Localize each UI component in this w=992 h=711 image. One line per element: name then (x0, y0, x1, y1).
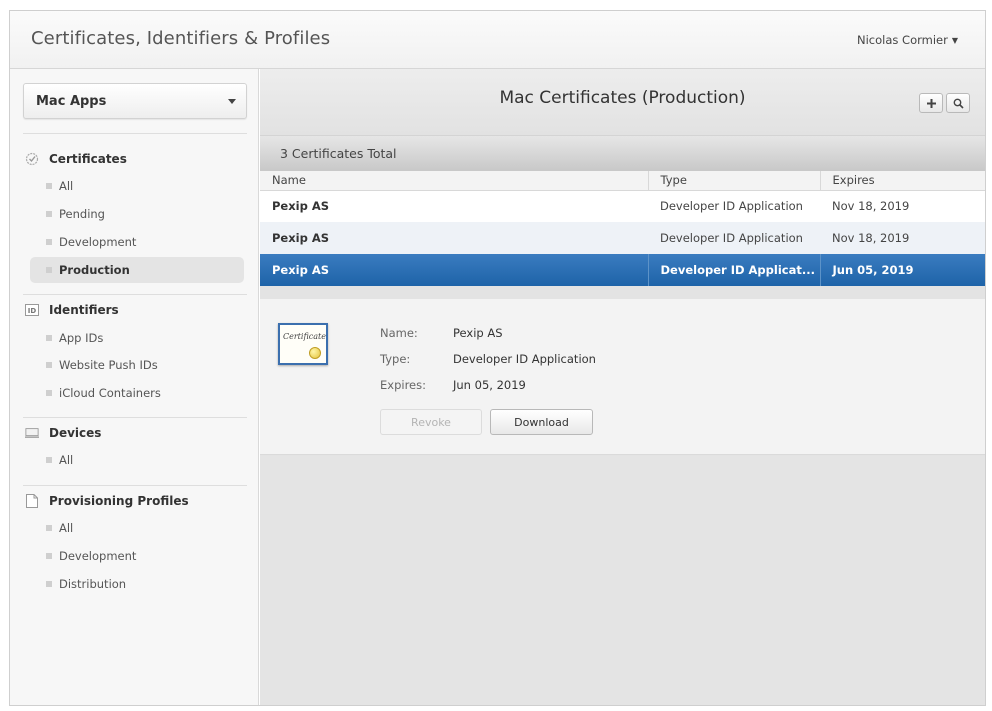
search-button[interactable] (946, 93, 970, 113)
search-icon (953, 98, 964, 109)
detail-expires-label: Expires: (380, 378, 426, 392)
chevron-down-icon (228, 99, 236, 104)
user-menu[interactable]: Nicolas Cormier ▼ (857, 33, 958, 47)
seal-icon (309, 347, 321, 359)
section-certificates-label: Certificates (49, 152, 127, 166)
section-devices[interactable]: Devices (25, 423, 101, 443)
sidebar-item-label: Distribution (59, 577, 127, 591)
developer-portal-window: Certificates, Identifiers & Profiles Nic… (9, 10, 986, 706)
download-button[interactable]: Download (490, 409, 593, 435)
plus-icon (926, 98, 936, 108)
empty-content-area (260, 456, 985, 705)
sidebar-item-label: All (59, 179, 74, 193)
divider (23, 294, 247, 295)
revoke-button[interactable]: Revoke (380, 409, 482, 435)
bullet-icon (46, 239, 52, 245)
sidebar-item-profiles-all[interactable]: All (30, 515, 244, 541)
platform-dropdown-value: Mac Apps (36, 94, 107, 109)
sidebar-item-certificates-pending[interactable]: Pending (30, 201, 244, 227)
section-devices-label: Devices (49, 426, 102, 440)
bullet-icon (46, 581, 52, 587)
section-certificates[interactable]: Certificates (25, 149, 127, 169)
section-provisioning-profiles[interactable]: Provisioning Profiles (25, 491, 189, 511)
detail-type-label: Type: (380, 352, 411, 366)
detail-type-value: Developer ID Application (453, 352, 596, 366)
divider (23, 417, 247, 418)
certificate-badge-icon: Certificate (278, 323, 328, 365)
table-header-row: Name Type Expires (260, 171, 985, 191)
platform-dropdown[interactable]: Mac Apps (23, 83, 247, 119)
column-header-type[interactable]: Type (647, 171, 820, 191)
profile-icon (25, 494, 39, 508)
sidebar-item-label: App IDs (59, 331, 104, 345)
page-title: Mac Certificates (Production) (499, 88, 746, 108)
sidebar-item-certificates-production[interactable]: Production (30, 257, 244, 283)
divider (23, 133, 247, 134)
sidebar-item-label: iCloud Containers (59, 386, 161, 400)
bullet-icon (46, 525, 52, 531)
column-header-name[interactable]: Name (260, 171, 648, 191)
caret-down-icon: ▼ (951, 36, 958, 45)
sidebar-item-devices-all[interactable]: All (30, 447, 244, 473)
sidebar-item-label: All (59, 453, 74, 467)
detail-name-label: Name: (380, 326, 418, 340)
cell-name: Pexip AS (260, 190, 648, 222)
certificate-detail-panel: Certificate Name: Pexip AS Type: Develop… (260, 299, 985, 455)
sidebar-item-label: Development (59, 235, 137, 249)
certificates-table: Name Type Expires Pexip AS Developer ID … (260, 171, 985, 286)
sidebar-item-label: Development (59, 549, 137, 563)
cell-expires: Nov 18, 2019 (820, 190, 985, 222)
column-header-expires[interactable]: Expires (819, 171, 985, 191)
cell-expires: Jun 05, 2019 (819, 254, 985, 286)
section-identifiers[interactable]: ID Identifiers (25, 300, 119, 320)
table-row[interactable]: Pexip AS Developer ID Application Nov 18… (260, 222, 985, 254)
main-panel: Mac Certificates (Production) 3 Certific… (260, 69, 985, 705)
bullet-icon (46, 183, 52, 189)
bullet-icon (46, 362, 52, 368)
cell-type: Developer ID Applicat... (647, 254, 820, 286)
sidebar-item-label: Website Push IDs (59, 358, 158, 372)
detail-expires-value: Jun 05, 2019 (453, 378, 526, 392)
bullet-icon (46, 457, 52, 463)
sidebar-item-label: Pending (59, 207, 105, 221)
sidebar-item-certificates-development[interactable]: Development (30, 229, 244, 255)
sidebar-item-icloud-containers[interactable]: iCloud Containers (30, 380, 244, 406)
total-count: 3 Certificates Total (280, 146, 397, 161)
sidebar-item-profiles-distribution[interactable]: Distribution (30, 571, 244, 597)
cell-type: Developer ID Application (648, 190, 820, 222)
top-bar: Certificates, Identifiers & Profiles Nic… (10, 11, 985, 69)
app-title: Certificates, Identifiers & Profiles (31, 28, 331, 49)
table-row-selected[interactable]: Pexip AS Developer ID Applicat... Jun 05… (260, 254, 985, 286)
sidebar-item-app-ids[interactable]: App IDs (30, 325, 244, 351)
sidebar-item-label: All (59, 521, 74, 535)
bullet-icon (46, 335, 52, 341)
total-count-bar: 3 Certificates Total (260, 135, 985, 171)
svg-text:ID: ID (28, 307, 37, 315)
sidebar-item-label: Production (59, 263, 130, 277)
cell-name: Pexip AS (260, 222, 648, 254)
divider (23, 485, 247, 486)
cell-type: Developer ID Application (648, 222, 820, 254)
main-header: Mac Certificates (Production) (260, 69, 985, 135)
bullet-icon (46, 390, 52, 396)
certificate-badge-text: Certificate (283, 332, 326, 341)
certificate-icon (25, 152, 39, 166)
id-icon: ID (25, 303, 39, 317)
table-row[interactable]: Pexip AS Developer ID Application Nov 18… (260, 190, 985, 222)
sidebar-item-profiles-development[interactable]: Development (30, 543, 244, 569)
detail-name-value: Pexip AS (453, 326, 503, 340)
bullet-icon (46, 553, 52, 559)
sidebar-item-website-push-ids[interactable]: Website Push IDs (30, 352, 244, 378)
device-icon (25, 426, 39, 440)
cell-expires: Nov 18, 2019 (820, 222, 985, 254)
section-identifiers-label: Identifiers (49, 303, 119, 317)
sidebar: Mac Apps Certificates All Pending Develo… (10, 69, 259, 705)
bullet-icon (46, 211, 52, 217)
section-provisioning-profiles-label: Provisioning Profiles (49, 494, 189, 508)
bullet-icon (46, 267, 52, 273)
add-button[interactable] (919, 93, 943, 113)
sidebar-item-certificates-all[interactable]: All (30, 173, 244, 199)
cell-name: Pexip AS (260, 254, 648, 286)
user-name: Nicolas Cormier (857, 33, 948, 47)
